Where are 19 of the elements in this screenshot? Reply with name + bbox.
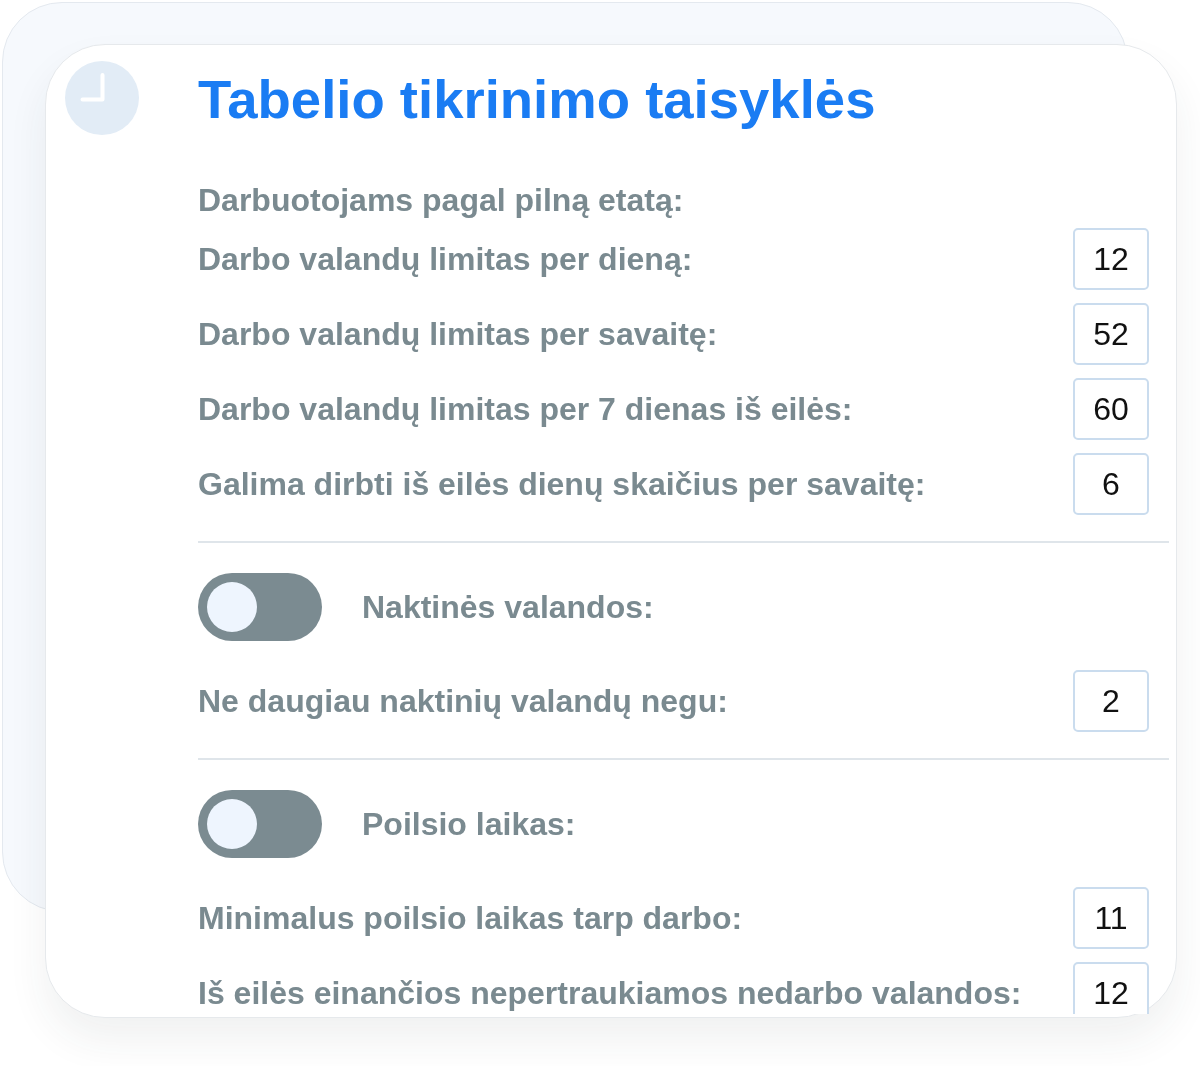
field-label: Darbo valandų limitas per dieną: bbox=[198, 241, 693, 277]
number-input[interactable]: 12 bbox=[1073, 962, 1149, 1014]
field-label: Darbo valandų limitas per 7 dienas iš eilės: bbox=[198, 391, 853, 427]
section-heading: Darbuotojams pagal pilną etatą: bbox=[198, 182, 685, 218]
number-input[interactable]: 2 bbox=[1073, 670, 1149, 732]
field-label: Iš eilės einančios nepertraukiamos nedarbo valandos: bbox=[198, 975, 1022, 1011]
field-label: Minimalus poilsio laikas tarp darbo: bbox=[198, 900, 743, 936]
clock-icon bbox=[65, 61, 139, 135]
toggle-label: Poilsio laikas: bbox=[362, 806, 576, 842]
number-input[interactable]: 60 bbox=[1073, 378, 1149, 440]
number-input[interactable]: 12 bbox=[1073, 228, 1149, 290]
page-title: Tabelio tikrinimo taisyklės bbox=[198, 69, 877, 131]
toggle-label: Naktinės valandos: bbox=[362, 589, 654, 625]
number-input[interactable]: 6 bbox=[1073, 453, 1149, 515]
number-input[interactable]: 52 bbox=[1073, 303, 1149, 365]
number-input[interactable]: 11 bbox=[1073, 887, 1149, 949]
field-label: Galima dirbti iš eilės dienų skaičius per savaitę: bbox=[198, 466, 926, 502]
field-label: Ne daugiau naktinių valandų negu: bbox=[198, 683, 728, 719]
field-label: Darbo valandų limitas per savaitę: bbox=[198, 316, 718, 352]
